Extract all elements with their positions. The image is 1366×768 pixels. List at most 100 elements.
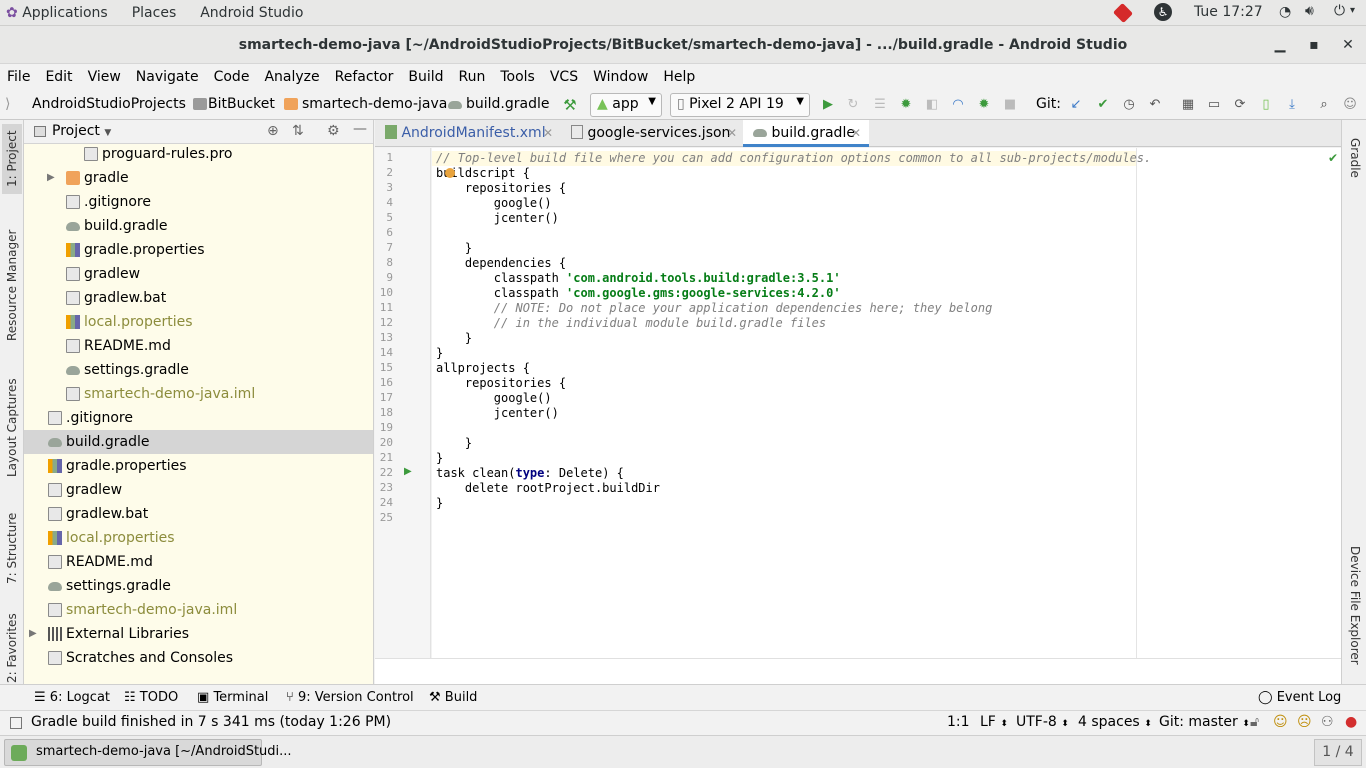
accessibility-icon[interactable]: ♿ <box>1154 3 1172 21</box>
caret-position[interactable]: 1:1 <box>947 714 970 730</box>
tab-todo[interactable]: ☷ TODO <box>124 690 178 705</box>
tree-item[interactable]: Scratches and Consoles <box>24 646 373 670</box>
tree-item[interactable]: .gitignore <box>24 190 373 214</box>
expand-arrow-icon[interactable]: ▶ <box>47 166 55 190</box>
error-icon[interactable]: ● <box>1345 714 1357 730</box>
git-branch[interactable]: Git: master ⬍ <box>1159 714 1250 730</box>
tree-item[interactable]: ▶ gradle <box>24 166 373 190</box>
menu-edit[interactable]: Edit <box>38 69 80 85</box>
system-menu-arrow-icon[interactable]: ▾ <box>1350 5 1355 16</box>
tree-item[interactable]: build.gradle <box>24 214 373 238</box>
terminal-toolbar-icon[interactable]: ▭ <box>1206 97 1222 113</box>
ruby-indicator-icon[interactable] <box>1112 2 1134 24</box>
device-select[interactable]: ▯ Pixel 2 API 19 ▼ <box>670 93 810 117</box>
inspector-icon[interactable]: ⚇ <box>1321 714 1334 730</box>
vcs-commit-icon[interactable]: ✔ <box>1095 97 1111 113</box>
menu-code[interactable]: Code <box>207 69 258 85</box>
tab-build[interactable]: ⚒ Build <box>429 690 477 705</box>
tab-favorites[interactable]: 2: Favorites <box>2 612 22 684</box>
tree-item[interactable]: local.properties <box>24 310 373 334</box>
tab-structure[interactable]: 7: Structure <box>2 504 22 592</box>
project-structure-icon[interactable]: ▦ <box>1180 97 1196 113</box>
coverage-icon[interactable]: ◧ <box>924 97 940 113</box>
sync-gradle-icon[interactable]: ⟳ <box>1232 97 1248 113</box>
menu-tools[interactable]: Tools <box>493 69 543 85</box>
stop-icon[interactable]: ■ <box>1002 97 1018 113</box>
active-app-menu[interactable]: Android Studio <box>188 5 315 21</box>
tab-google-services[interactable]: google-services.json ✕ <box>561 120 743 147</box>
menu-view[interactable]: View <box>81 69 129 85</box>
profile-icon[interactable]: ◠ <box>950 97 966 113</box>
sdk-manager-icon[interactable]: ⤓ <box>1284 97 1300 113</box>
menu-help[interactable]: Help <box>656 69 703 85</box>
places-menu[interactable]: Places <box>120 5 189 21</box>
sad-face-icon[interactable]: ☹ <box>1297 714 1312 730</box>
tree-item[interactable]: gradle.properties <box>24 238 373 262</box>
vcs-update-icon[interactable]: ↙ <box>1068 97 1084 113</box>
tree-item[interactable]: gradle.properties <box>24 454 373 478</box>
run-gutter-icon[interactable]: ▶ <box>404 466 412 477</box>
tab-layout-captures[interactable]: Layout Captures <box>2 370 22 485</box>
indent-setting[interactable]: 4 spaces ⬍ <box>1078 714 1152 730</box>
tree-item[interactable]: gradlew.bat <box>24 502 373 526</box>
search-icon[interactable]: ⌕ <box>1316 97 1332 113</box>
breadcrumb-build-gradle[interactable]: build.gradle <box>466 96 550 112</box>
tab-terminal[interactable]: ▣ Terminal <box>197 690 268 705</box>
tab-android-manifest[interactable]: AndroidManifest.xml ✕ <box>375 120 561 147</box>
locate-icon[interactable]: ⊕ <box>267 123 279 139</box>
tab-event-log[interactable]: ◯ Event Log <box>1258 690 1341 705</box>
close-tab-icon[interactable]: ✕ <box>543 120 553 146</box>
run-icon[interactable]: ▶ <box>820 97 836 113</box>
maximize-button[interactable]: ▪ <box>1304 35 1324 55</box>
project-view-select[interactable]: Project ▼ <box>52 123 111 139</box>
menu-navigate[interactable]: Navigate <box>129 69 207 85</box>
collapse-all-icon[interactable]: ⇅ <box>292 123 304 139</box>
apply-code-changes-icon[interactable]: ☰ <box>872 97 888 113</box>
lock-icon[interactable]: 🔓︎ <box>1250 714 1259 730</box>
line-separator[interactable]: LF ⬍ <box>980 714 1008 730</box>
tree-item[interactable]: proguard-rules.pro <box>24 142 373 166</box>
make-project-hammer-icon[interactable]: ⚒ <box>562 97 578 113</box>
tree-item[interactable]: local.properties <box>24 526 373 550</box>
close-tab-icon[interactable]: ✕ <box>727 120 737 146</box>
tree-item[interactable]: settings.gradle <box>24 574 373 598</box>
tab-gradle[interactable]: Gradle <box>1345 128 1365 188</box>
tab-resource-manager[interactable]: Resource Manager <box>2 220 22 350</box>
expand-arrow-icon[interactable]: ▶ <box>29 622 37 646</box>
menu-refactor[interactable]: Refactor <box>328 69 402 85</box>
avd-manager-icon[interactable]: ▯ <box>1258 97 1274 113</box>
menu-vcs[interactable]: VCS <box>543 69 586 85</box>
clock[interactable]: Tue 17:27 <box>1194 4 1263 20</box>
close-window-button[interactable]: ✕ <box>1338 35 1358 55</box>
menu-run[interactable]: Run <box>452 69 494 85</box>
file-encoding[interactable]: UTF-8 ⬍ <box>1016 714 1069 730</box>
power-icon[interactable]: ⏻ <box>1334 3 1345 19</box>
menu-window[interactable]: Window <box>586 69 656 85</box>
run-configuration-select[interactable]: ▲ app ▼ <box>590 93 662 117</box>
applications-menu[interactable]: ✿ Applications <box>0 5 120 21</box>
breadcrumb-project[interactable]: smartech-demo-java <box>302 96 447 112</box>
revert-icon[interactable]: ↶ <box>1147 97 1163 113</box>
menu-build[interactable]: Build <box>401 69 451 85</box>
menu-analyze[interactable]: Analyze <box>257 69 327 85</box>
breadcrumb-androidstudioprojects[interactable]: AndroidStudioProjects <box>32 96 186 112</box>
apply-changes-icon[interactable]: ↻ <box>845 97 861 113</box>
tree-item[interactable]: ▶ External Libraries <box>24 622 373 646</box>
close-tab-icon[interactable]: ✕ <box>851 120 861 146</box>
tab-logcat[interactable]: ☰ 6: Logcat <box>34 690 110 705</box>
tree-item[interactable]: gradlew <box>24 478 373 502</box>
breadcrumb-bitbucket[interactable]: BitBucket <box>208 96 275 112</box>
status-message[interactable]: Gradle build finished in 7 s 341 ms (tod… <box>31 714 391 730</box>
tree-item[interactable]: .gitignore <box>24 406 373 430</box>
tab-device-file-explorer[interactable]: Device File Explorer <box>1345 540 1365 670</box>
tree-item[interactable]: gradlew.bat <box>24 286 373 310</box>
tab-project[interactable]: 1: Project <box>2 124 22 194</box>
volume-icon[interactable]: 🔊︎ <box>1305 3 1314 19</box>
debug-icon[interactable]: ✹ <box>898 97 914 113</box>
tab-build-gradle[interactable]: build.gradle ✕ <box>743 120 869 147</box>
gear-icon[interactable]: ⚙ <box>327 123 340 139</box>
attach-debugger-icon[interactable]: ✹ <box>976 97 992 113</box>
tree-item[interactable]: gradlew <box>24 262 373 286</box>
status-checkbox-icon[interactable] <box>10 717 22 729</box>
hide-panel-icon[interactable]: — <box>353 121 367 137</box>
